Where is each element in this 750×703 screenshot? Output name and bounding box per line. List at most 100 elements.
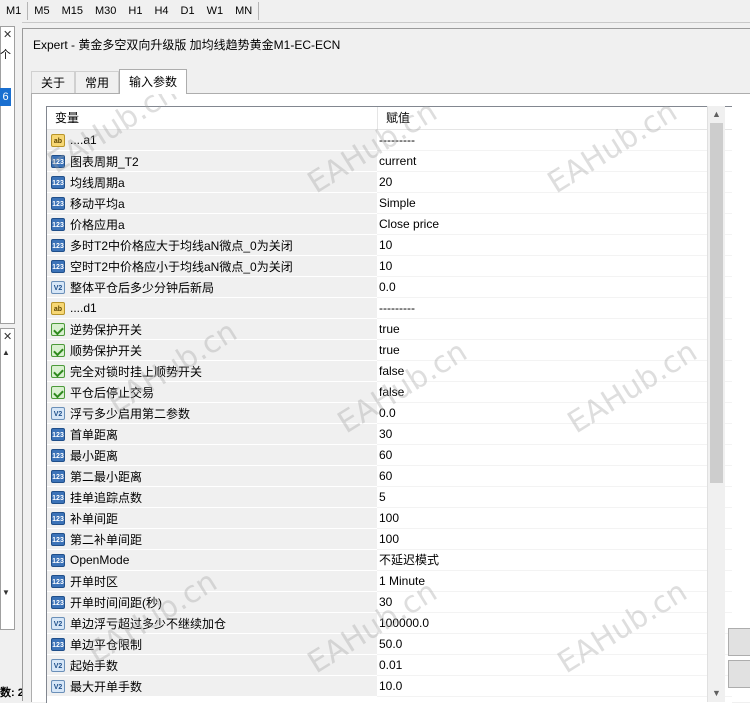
scroll-down-icon[interactable]: ▼ [708, 685, 725, 702]
parameter-value[interactable]: 30 [377, 424, 732, 445]
parameter-name: 挂单追踪点数 [70, 490, 143, 505]
parameter-row[interactable]: 123 挂单追踪点数 5 [47, 487, 732, 508]
parameter-value[interactable]: 100 [377, 508, 732, 529]
tab-common[interactable]: 常用 [75, 71, 120, 94]
parameter-row[interactable]: 123 首单距离 30 [47, 424, 732, 445]
parameter-row[interactable]: 123 移动平均a Simple [47, 193, 732, 214]
tf-mn[interactable]: MN [229, 0, 258, 22]
parameter-value[interactable]: Simple [377, 193, 732, 214]
parameter-row[interactable]: 123 均线周期a 20 [47, 172, 732, 193]
parameter-value[interactable]: 0.0 [377, 277, 732, 298]
double-type-icon: V2 [51, 616, 65, 630]
parameter-row[interactable]: 123 第二补单间距 100 [47, 529, 732, 550]
parameter-value[interactable]: 0.01 [377, 655, 732, 676]
parameter-name: 第二补单间距 [70, 532, 143, 547]
parameter-row[interactable]: 123 价格应用a Close price [47, 214, 732, 235]
parameter-value[interactable]: 60 [377, 445, 732, 466]
parameter-value[interactable]: 不延迟模式 [377, 550, 732, 571]
parameter-value[interactable]: 100 [377, 529, 732, 550]
scroll-up-icon[interactable]: ▲ [2, 348, 10, 357]
parameter-row[interactable]: 完全对锁时挂上顺势开关 false [47, 361, 732, 382]
scroll-down-icon[interactable]: ▼ [2, 588, 10, 597]
parameter-name-cell: 123 补单间距 [47, 508, 377, 529]
parameter-row[interactable]: V2 浮亏多少启用第二参数 0.0 [47, 403, 732, 424]
tab-about[interactable]: 关于 [31, 71, 76, 94]
parameter-name-cell: 123 单边平仓限制 [47, 634, 377, 655]
parameter-row[interactable]: ab ....a1 --------- [47, 130, 732, 151]
parameter-row[interactable]: ab ....d1 --------- [47, 298, 732, 319]
parameter-row[interactable]: 123 补单间距 100 [47, 508, 732, 529]
parameter-name: 补单间距 [70, 511, 119, 526]
tf-h1[interactable]: H1 [122, 0, 148, 22]
parameter-row[interactable]: 123 开单时区 1 Minute [47, 571, 732, 592]
parameter-row[interactable]: 123 图表周期_T2 current [47, 151, 732, 172]
parameter-value[interactable]: 0.0 [377, 403, 732, 424]
parameter-value[interactable]: false [377, 382, 732, 403]
integer-type-icon: 123 [51, 532, 65, 546]
parameter-row[interactable]: 顺势保护开关 true [47, 340, 732, 361]
tf-m5[interactable]: M5 [28, 0, 55, 22]
scroll-up-icon[interactable]: ▲ [708, 106, 725, 123]
parameter-name: 移动平均a [70, 196, 125, 211]
parameter-value[interactable]: 100000.0 [377, 613, 732, 634]
tf-w1[interactable]: W1 [201, 0, 230, 22]
parameter-value[interactable]: 60 [377, 466, 732, 487]
parameter-value[interactable]: 10 [377, 256, 732, 277]
parameter-value[interactable]: 1 Minute [377, 571, 732, 592]
tf-d1[interactable]: D1 [175, 0, 201, 22]
parameter-value[interactable]: 20 [377, 172, 732, 193]
parameter-value[interactable]: 30 [377, 592, 732, 613]
close-icon[interactable]: ✕ [3, 28, 12, 41]
integer-type-icon: 123 [51, 175, 65, 189]
selected-item-badge[interactable]: 6 [0, 88, 11, 106]
tf-m30[interactable]: M30 [89, 0, 122, 22]
parameter-row[interactable]: V2 整体平仓后多少分钟后新局 0.0 [47, 277, 732, 298]
parameter-row[interactable]: V2 单边浮亏超过多少不继续加仓 100000.0 [47, 613, 732, 634]
background-terminal-panel: ✕ 个 6 ✕ ▲ ▼ [0, 22, 22, 700]
integer-type-icon: 123 [51, 469, 65, 483]
close-icon[interactable]: ✕ [3, 330, 12, 343]
parameter-value[interactable]: Close price [377, 214, 732, 235]
parameter-value[interactable]: true [377, 319, 732, 340]
dialog-button-fragment[interactable] [728, 660, 750, 688]
dialog-button-fragment[interactable] [728, 628, 750, 656]
parameter-value[interactable]: --------- [377, 130, 732, 151]
parameter-row[interactable]: 123 单边平仓限制 50.0 [47, 634, 732, 655]
parameter-row[interactable]: 123 开单时间间距(秒) 30 [47, 592, 732, 613]
parameter-row[interactable]: V2 起始手数 0.01 [47, 655, 732, 676]
tf-h4[interactable]: H4 [148, 0, 174, 22]
parameter-value[interactable]: current [377, 151, 732, 172]
parameter-name-cell: V2 最大开单手数 [47, 676, 377, 697]
parameter-value[interactable]: --------- [377, 298, 732, 319]
parameter-row[interactable]: V2 最大开单手数 10.0 [47, 676, 732, 697]
parameter-row[interactable]: 123 多时T2中价格应大于均线aN微点_0为关闭 10 [47, 235, 732, 256]
parameter-row[interactable]: 123 第二最小距离 60 [47, 466, 732, 487]
parameter-row[interactable]: 123 最小距离 60 [47, 445, 732, 466]
parameter-name-cell: 123 多时T2中价格应大于均线aN微点_0为关闭 [47, 235, 377, 256]
parameter-name-cell: V2 单边浮亏超过多少不继续加仓 [47, 613, 377, 634]
parameter-row[interactable]: 123 空时T2中价格应小于均线aN微点_0为关闭 10 [47, 256, 732, 277]
parameter-value[interactable]: 10.0 [377, 676, 732, 697]
parameter-row[interactable]: 123 OpenMode 不延迟模式 [47, 550, 732, 571]
column-header-variable[interactable]: 变量 [47, 107, 378, 129]
parameter-row[interactable]: 逆势保护开关 true [47, 319, 732, 340]
parameter-name-cell: 123 移动平均a [47, 193, 377, 214]
parameter-name: 整体平仓后多少分钟后新局 [70, 280, 215, 295]
tf-m15[interactable]: M15 [56, 0, 89, 22]
integer-type-icon: 123 [51, 595, 65, 609]
parameter-name: 逆势保护开关 [70, 322, 143, 337]
parameter-value[interactable]: true [377, 340, 732, 361]
parameter-name-cell: 123 第二补单间距 [47, 529, 377, 550]
parameter-value[interactable]: false [377, 361, 732, 382]
parameter-name: 单边平仓限制 [70, 637, 143, 652]
parameter-value[interactable]: 50.0 [377, 634, 732, 655]
vertical-scrollbar[interactable]: ▲ ▼ [707, 106, 725, 702]
scrollbar-thumb[interactable] [710, 123, 723, 483]
tab-inputs[interactable]: 输入参数 [119, 69, 188, 94]
parameter-value[interactable]: 10 [377, 235, 732, 256]
tf-m1[interactable]: M1 [0, 0, 27, 22]
parameter-row[interactable]: 平仓后停止交易 false [47, 382, 732, 403]
boolean-type-icon [51, 385, 65, 399]
column-header-value[interactable]: 赋值 [378, 107, 410, 129]
parameter-value[interactable]: 5 [377, 487, 732, 508]
